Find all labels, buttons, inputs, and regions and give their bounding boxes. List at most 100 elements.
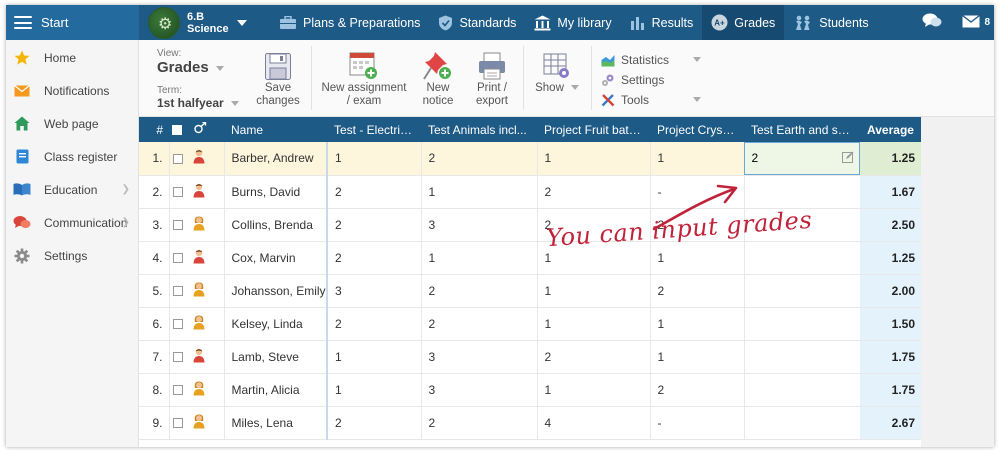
nav-plans[interactable]: Plans & Preparations [270,5,429,40]
grade-cell[interactable]: 1 [536,274,650,308]
grade-cell[interactable] [743,307,860,341]
select-all-checkbox[interactable] [169,117,189,142]
table-row[interactable]: 2. Burns, David 2 1 2-1.67 [139,175,921,209]
row-checkbox[interactable] [169,340,189,374]
row-checkbox[interactable] [169,307,189,341]
col-header-assignment[interactable]: Project Crystals [650,117,744,142]
row-checkbox[interactable] [169,406,189,440]
col-header-name[interactable]: Name [224,117,327,142]
sidebar-item-class-register[interactable]: Class register [6,140,138,173]
grade-cell[interactable]: 1 [420,241,537,275]
new-notice-button[interactable]: New notice [417,48,459,108]
row-checkbox[interactable] [169,208,189,242]
student-name[interactable]: Collins, Brenda [223,208,327,242]
grade-cell[interactable]: 1 [649,241,744,275]
grade-cell[interactable]: 2 [326,307,421,341]
nav-results[interactable]: Results [621,5,703,40]
table-row[interactable]: 8. Martin, Alicia 1 3 1 2 1.75 [139,373,921,407]
print-export-button[interactable]: Print / export [469,48,515,108]
grade-cell[interactable]: 2 [649,373,744,407]
save-changes-button[interactable]: Save changes [254,48,302,108]
nav-students[interactable]: Students [784,5,877,40]
student-name[interactable]: Kelsey, Linda [223,307,327,341]
grade-cell[interactable]: 1 [420,175,537,209]
row-checkbox[interactable] [169,241,189,275]
grade-cell[interactable]: 2 [326,208,421,242]
grade-cell[interactable] [743,406,860,440]
row-checkbox[interactable] [169,274,189,308]
grade-cell[interactable]: 3 [420,208,537,242]
student-name[interactable]: Barber, Andrew [223,142,327,176]
grade-cell[interactable]: 2 [326,175,421,209]
col-header-assignment[interactable]: Test - Electricity [327,117,421,142]
grade-cell[interactable]: 1 [326,340,421,374]
sidebar-item-notifications[interactable]: Notifications [6,74,138,107]
grade-cell[interactable]: 1 [649,142,744,176]
table-row[interactable]: 9. Miles, Lena 2 2 4-2.67 [139,406,921,440]
grade-cell[interactable]: 4 [536,406,650,440]
grade-cell[interactable]: 1 [649,340,744,374]
sidebar-item-web-page[interactable]: Web page [6,107,138,140]
grade-cell[interactable] [743,373,860,407]
grade-cell[interactable]: 2 [420,142,537,176]
table-row[interactable]: 4. Cox, Marvin 2 1 1 1 1.25 [139,241,921,275]
sidebar-item-home[interactable]: Home [6,41,138,74]
row-checkbox[interactable] [169,142,189,176]
nav-standards[interactable]: Standards [429,5,525,40]
student-name[interactable]: Miles, Lena [223,406,327,440]
statistics-menu[interactable]: Statistics [601,50,701,70]
grade-cell[interactable] [743,274,860,308]
grade-cell[interactable]: 1 [536,307,650,341]
table-row[interactable]: 6. Kelsey, Linda 2 2 1 1 1.50 [139,307,921,341]
settings-menu[interactable]: Settings [601,70,669,90]
table-row[interactable]: 5. Johansson, Emily 3 2 1 2 2.00 [139,274,921,308]
student-name[interactable]: Cox, Marvin [223,241,327,275]
edit-icon[interactable] [842,151,854,166]
grade-cell[interactable]: 2 [420,274,537,308]
table-row[interactable]: 7. Lamb, Steve 1 3 2 1 1.75 [139,340,921,374]
grade-cell[interactable]: 2 [649,274,744,308]
term-selector[interactable]: Term: 1st halfyear [157,86,239,110]
student-name[interactable]: Johansson, Emily [223,274,327,308]
sidebar-item-communication[interactable]: Communication ❯ [6,206,138,239]
col-header-assignment[interactable]: Project Fruit battery [537,117,650,142]
table-row[interactable]: 1.Barber, Andrew12111.25 [139,142,921,176]
new-assignment-button[interactable]: New assignment / exam [320,48,408,108]
student-name[interactable]: Lamb, Steve [223,340,327,374]
class-selector[interactable]: 6.B Science [148,6,247,39]
tools-menu[interactable]: Tools [601,90,701,110]
nav-grades[interactable]: A+ Grades [702,5,785,40]
sidebar-item-settings[interactable]: Settings [6,239,138,272]
student-name[interactable]: Martin, Alicia [223,373,327,407]
grade-cell[interactable] [743,241,860,275]
gender-sort-icon[interactable] [189,117,224,142]
grade-cell-editing[interactable] [743,142,860,176]
col-header-assignment[interactable]: Test Earth and sp... [744,117,860,142]
grade-cell[interactable]: 2 [420,307,537,341]
grade-cell[interactable]: 3 [326,274,421,308]
grade-cell[interactable]: 2 [326,241,421,275]
chat-bubbles-icon[interactable] [922,13,942,32]
grade-cell[interactable]: 1 [649,307,744,341]
grade-cell[interactable]: 2 [420,406,537,440]
grade-cell[interactable]: - [649,406,744,440]
nav-library[interactable]: My library [525,5,620,40]
view-selector[interactable]: View: Grades [157,49,224,77]
grade-cell[interactable]: 2 [536,340,650,374]
grade-cell[interactable]: 1 [536,373,650,407]
grade-cell[interactable]: 3 [420,340,537,374]
grade-input[interactable] [751,151,832,166]
start-button[interactable]: Start [6,5,139,40]
grade-cell[interactable]: 1 [536,142,650,176]
grade-cell[interactable]: 2 [536,175,650,209]
grade-cell[interactable]: 1 [326,373,421,407]
row-checkbox[interactable] [169,373,189,407]
row-checkbox[interactable] [169,175,189,209]
grade-cell[interactable]: 3 [420,373,537,407]
sidebar-item-education[interactable]: Education ❯ [6,173,138,206]
grade-cell[interactable] [743,175,860,209]
grade-cell[interactable]: 2 [326,406,421,440]
grade-cell[interactable] [743,340,860,374]
grade-cell[interactable]: 1 [326,142,421,176]
col-header-assignment[interactable]: Test Animals incl... [421,117,537,142]
